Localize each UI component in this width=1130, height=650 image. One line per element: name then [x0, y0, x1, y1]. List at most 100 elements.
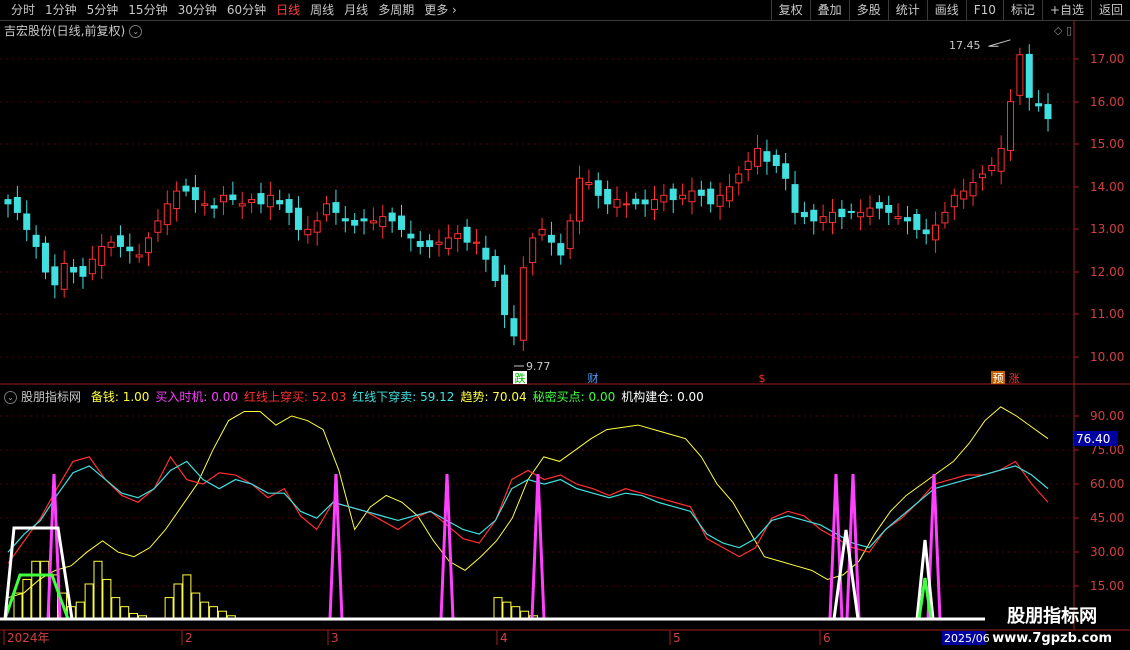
high-price-label: 17.45	[949, 39, 981, 52]
candle-body	[210, 205, 218, 209]
candle-body	[613, 199, 621, 208]
indicator-axis-label: 45.00	[1090, 511, 1124, 525]
candle-body	[313, 220, 321, 233]
candle-body	[557, 243, 565, 256]
chart-marker: 涨	[1009, 372, 1020, 385]
indicator-axis-label: 90.00	[1090, 409, 1124, 423]
candle-body	[960, 190, 968, 200]
candle-body	[679, 194, 687, 200]
candle-body	[201, 203, 209, 206]
candle-body	[997, 147, 1005, 172]
candle-body	[510, 318, 518, 337]
candle-body	[932, 224, 940, 241]
trend-line	[7, 406, 1049, 599]
candle-body	[594, 180, 602, 196]
candle-body	[229, 194, 237, 201]
candle-body	[688, 190, 696, 203]
candle-body	[398, 215, 406, 230]
candle-body	[369, 220, 377, 224]
price-axis-label: 13.00	[1090, 222, 1124, 236]
chart-marker: 财	[588, 371, 599, 385]
candle-body	[950, 194, 958, 208]
candle-body	[332, 202, 340, 213]
candle-body	[13, 197, 21, 213]
price-axis-label: 14.00	[1090, 180, 1124, 194]
candle-body	[772, 154, 780, 167]
candle-body	[903, 217, 911, 222]
fund-bar	[13, 592, 23, 620]
candle-body	[1016, 54, 1024, 96]
candle-body	[969, 182, 977, 197]
chart-canvas[interactable]: 17.00 16.00 15.00 14.00 13.00 12.00 11.00 10.00…	[0, 0, 1130, 650]
fund-bar	[75, 601, 85, 620]
price-axis-label: 11.00	[1090, 307, 1124, 321]
candle-body	[810, 209, 818, 222]
candle-body	[116, 235, 124, 247]
candle-body	[294, 207, 302, 230]
candle-body	[660, 194, 668, 203]
cyan-line	[7, 460, 1049, 553]
fund-bar	[209, 606, 219, 620]
price-axis-label: 17.00	[1090, 52, 1124, 66]
fund-bar	[120, 606, 130, 620]
price-axis-label: 12.00	[1090, 265, 1124, 279]
candle-body	[41, 242, 49, 273]
candle-body	[70, 266, 78, 273]
candle-body	[725, 186, 733, 202]
fund-bar	[164, 597, 174, 620]
candle-body	[444, 237, 452, 249]
candle-body	[4, 199, 12, 205]
candle-body	[1007, 101, 1015, 151]
candle-body	[219, 194, 227, 203]
candle-body	[501, 274, 509, 316]
candle-body	[547, 234, 555, 243]
candle-body	[266, 194, 274, 208]
candle-body	[650, 199, 658, 210]
high-arrow	[988, 39, 1011, 47]
low-price-label: 9.77	[526, 360, 551, 373]
candle-body	[79, 266, 87, 277]
price-axis-label: 16.00	[1090, 95, 1124, 109]
candle-body	[435, 241, 443, 245]
candle-body	[519, 267, 527, 341]
candle-body	[51, 266, 59, 286]
candle-body	[351, 219, 359, 226]
indicator-axis-label: 15.00	[1090, 579, 1124, 593]
candle-body	[622, 203, 630, 206]
candle-body	[829, 211, 837, 224]
buy-signal-spike	[439, 473, 455, 620]
candle-body	[60, 262, 68, 290]
buy-signal-spike	[46, 473, 62, 620]
candle-body	[1025, 53, 1033, 98]
candle-body	[885, 204, 893, 213]
candle-body	[285, 199, 293, 213]
watermark-title: 股朋指标网	[1007, 606, 1098, 627]
candle-body	[248, 199, 256, 203]
candle-body	[529, 237, 537, 264]
fund-bar	[182, 574, 192, 620]
price-axis-label: 10.00	[1090, 350, 1124, 364]
candle-body	[126, 246, 134, 252]
candle-body	[257, 193, 265, 205]
candle-body	[800, 211, 808, 218]
fund-bar	[84, 583, 94, 620]
fund-bar	[173, 583, 183, 620]
candle-body	[922, 229, 930, 235]
candle-body	[604, 188, 612, 205]
candle-body	[697, 189, 705, 196]
candle-body	[866, 207, 874, 217]
candle-body	[754, 147, 762, 167]
fund-bar	[511, 606, 521, 620]
candle-body	[32, 234, 40, 247]
current-value-label: 76.40	[1076, 432, 1110, 446]
time-axis-label: 2024年	[7, 631, 50, 645]
chart-marker: $	[759, 372, 766, 385]
watermark: 股朋指标网 www.7gpzb.com	[992, 606, 1112, 650]
time-axis-label: 2	[185, 631, 193, 645]
candle-body	[913, 213, 921, 230]
candle-body	[463, 226, 471, 243]
indicator-axis-label: 30.00	[1090, 545, 1124, 559]
candle-body	[304, 228, 312, 236]
buy-signal-spike	[530, 473, 546, 620]
watermark-url: www.7gpzb.com	[992, 631, 1112, 646]
